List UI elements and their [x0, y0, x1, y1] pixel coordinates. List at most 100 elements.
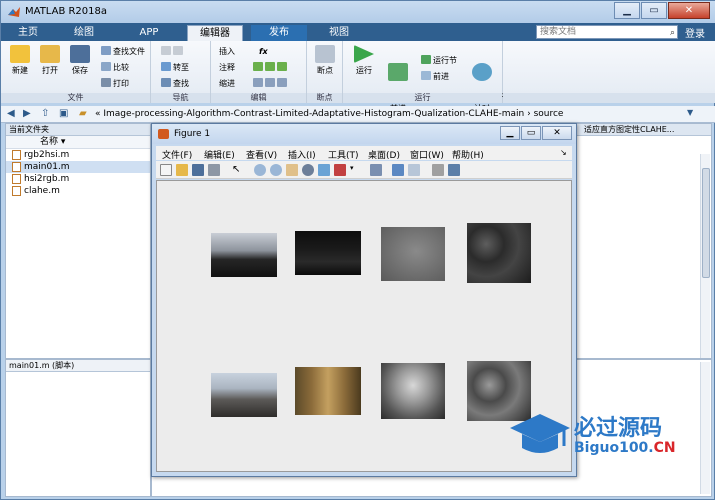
menu-help[interactable]: 帮助(H) [452, 148, 484, 161]
tab-editor[interactable]: 编辑器 [187, 25, 243, 41]
breakpoints-button[interactable]: 断点 [310, 45, 340, 76]
menu-dock-arrow[interactable]: ↘ [560, 148, 567, 157]
zoom-in-icon[interactable] [254, 164, 266, 176]
editor-scrollbar[interactable] [700, 154, 710, 358]
save-disk-icon [70, 45, 90, 63]
image-dark-corridor[interactable] [295, 231, 361, 275]
figure-minimize-button[interactable]: ▁ [500, 126, 520, 140]
tab-publish[interactable]: 发布 [251, 25, 307, 41]
data-cursor-icon[interactable] [318, 164, 330, 176]
tab-home[interactable]: 主页 [5, 25, 51, 41]
menu-insert[interactable]: 插入(I) [288, 148, 316, 161]
menu-window[interactable]: 窗口(W) [410, 148, 444, 161]
image-low-contrast-portrait[interactable] [381, 227, 445, 281]
scrollbar-thumb[interactable] [702, 168, 710, 278]
brush-dropdown-icon[interactable]: ▾ [350, 164, 362, 176]
file-item[interactable]: rgb2hsi.m [6, 149, 150, 161]
insert-button[interactable]: 插入 [219, 46, 235, 58]
m-file-icon [12, 150, 21, 160]
browse-folder-icon[interactable]: ▣ [59, 108, 68, 119]
image-enhanced-corridor[interactable] [295, 367, 361, 415]
graduation-cap-icon [510, 414, 570, 453]
indent-toggle-icons[interactable] [253, 78, 289, 90]
details-title: main01.m (脚本) [6, 360, 150, 372]
find-files-button[interactable]: 查找文件 [101, 46, 145, 58]
compare-button[interactable]: 比较 [101, 62, 129, 74]
maximize-button[interactable]: ▭ [641, 2, 667, 19]
back-icon[interactable]: ◀ [7, 108, 15, 119]
insert-function-button[interactable]: fx [259, 46, 268, 58]
figure-title: Figure 1 [174, 129, 211, 139]
indent-button[interactable]: 缩进 [219, 78, 235, 90]
details-panel: main01.m (脚本) [5, 359, 151, 497]
menu-file[interactable]: 文件(F) [162, 148, 192, 161]
hide-plot-tools-icon[interactable] [432, 164, 444, 176]
tab-view[interactable]: 视图 [311, 25, 367, 41]
file-item-selected[interactable]: main01.m [6, 161, 150, 173]
image-original-building[interactable] [211, 233, 277, 277]
new-icon [10, 45, 30, 63]
advance-button[interactable]: 前进 [421, 71, 449, 83]
run-section-label: 运行节 [433, 56, 457, 65]
file-item[interactable]: clahe.m [6, 185, 150, 197]
zoom-out-icon[interactable] [270, 164, 282, 176]
name-column-header[interactable]: 名称 ▾ [6, 136, 150, 149]
tab-apps[interactable]: APP [121, 25, 177, 41]
path-dropdown-icon[interactable]: ▼ [687, 108, 693, 117]
insert-colorbar-icon[interactable] [392, 164, 404, 176]
save-button[interactable]: 保存 [65, 45, 95, 76]
comment-button[interactable]: 注释 [219, 62, 235, 74]
login-link[interactable]: 登录 [685, 25, 705, 40]
link-plot-icon[interactable] [370, 164, 382, 176]
goto-button[interactable]: 转至 [161, 62, 189, 74]
search-icon[interactable]: ⌕ [670, 27, 675, 39]
save-figure-icon[interactable] [192, 164, 204, 176]
tab-plots[interactable]: 绘图 [61, 25, 107, 41]
image-coffee-beans-dark[interactable] [467, 223, 531, 283]
close-button[interactable]: ✕ [668, 2, 710, 19]
run-section-icon [421, 55, 431, 64]
run-button[interactable]: 运行 [349, 45, 379, 76]
pan-hand-icon[interactable] [286, 164, 298, 176]
search-docs-input[interactable]: 搜索文档 ⌕ [536, 25, 678, 39]
file-item[interactable]: hsi2rgb.m [6, 173, 150, 185]
insert-legend-icon[interactable] [408, 164, 420, 176]
menu-tools[interactable]: 工具(T) [328, 148, 359, 161]
new-button[interactable]: 新建 [5, 45, 35, 76]
brush-icon[interactable] [334, 164, 346, 176]
figure-maximize-button[interactable]: ▭ [521, 126, 541, 140]
print-figure-icon[interactable] [208, 164, 220, 176]
figure-toolbar: ↖ ▾ [156, 161, 572, 179]
increase-indent-icon [265, 78, 275, 87]
menu-view[interactable]: 查看(V) [246, 148, 277, 161]
forward-icon[interactable]: ▶ [23, 108, 31, 119]
show-plot-tools-icon[interactable] [448, 164, 460, 176]
menu-desktop[interactable]: 桌面(D) [368, 148, 400, 161]
up-folder-icon[interactable]: ⇧ [41, 108, 49, 119]
figure-close-button[interactable]: ✕ [542, 126, 572, 140]
nav-back-forward[interactable] [161, 46, 185, 58]
print-button[interactable]: 打印 [101, 78, 129, 90]
open-button[interactable]: 打开 [35, 45, 65, 76]
matlab-logo-icon [8, 7, 20, 17]
watermark-english: Biguo100.CN [574, 440, 676, 456]
editor-tab-title[interactable]: 适应直方图定性CLAHE... [562, 124, 711, 136]
find-button[interactable]: 查找 [161, 78, 189, 90]
image-enhanced-portrait[interactable] [381, 363, 445, 419]
minimize-button[interactable]: ▁ [614, 2, 640, 19]
forward-arrow-icon [173, 46, 183, 55]
menu-edit[interactable]: 编辑(E) [204, 148, 235, 161]
comment-toggle-icons[interactable] [253, 62, 289, 74]
rotate-3d-icon[interactable] [302, 164, 314, 176]
current-path[interactable]: « Image-processing-Algorithm-Contrast-Li… [95, 109, 563, 119]
decrease-indent-icon [277, 78, 287, 87]
breakpoints-icon [315, 45, 335, 63]
open-label: 打开 [42, 66, 58, 75]
pointer-icon[interactable]: ↖ [232, 164, 244, 176]
image-enhanced-building[interactable] [211, 373, 277, 417]
open-file-icon[interactable] [176, 164, 188, 176]
new-figure-icon[interactable] [160, 164, 172, 176]
advance-label: 前进 [433, 72, 449, 81]
run-section-button[interactable]: 运行节 [421, 55, 457, 67]
compare-icon [101, 62, 111, 71]
